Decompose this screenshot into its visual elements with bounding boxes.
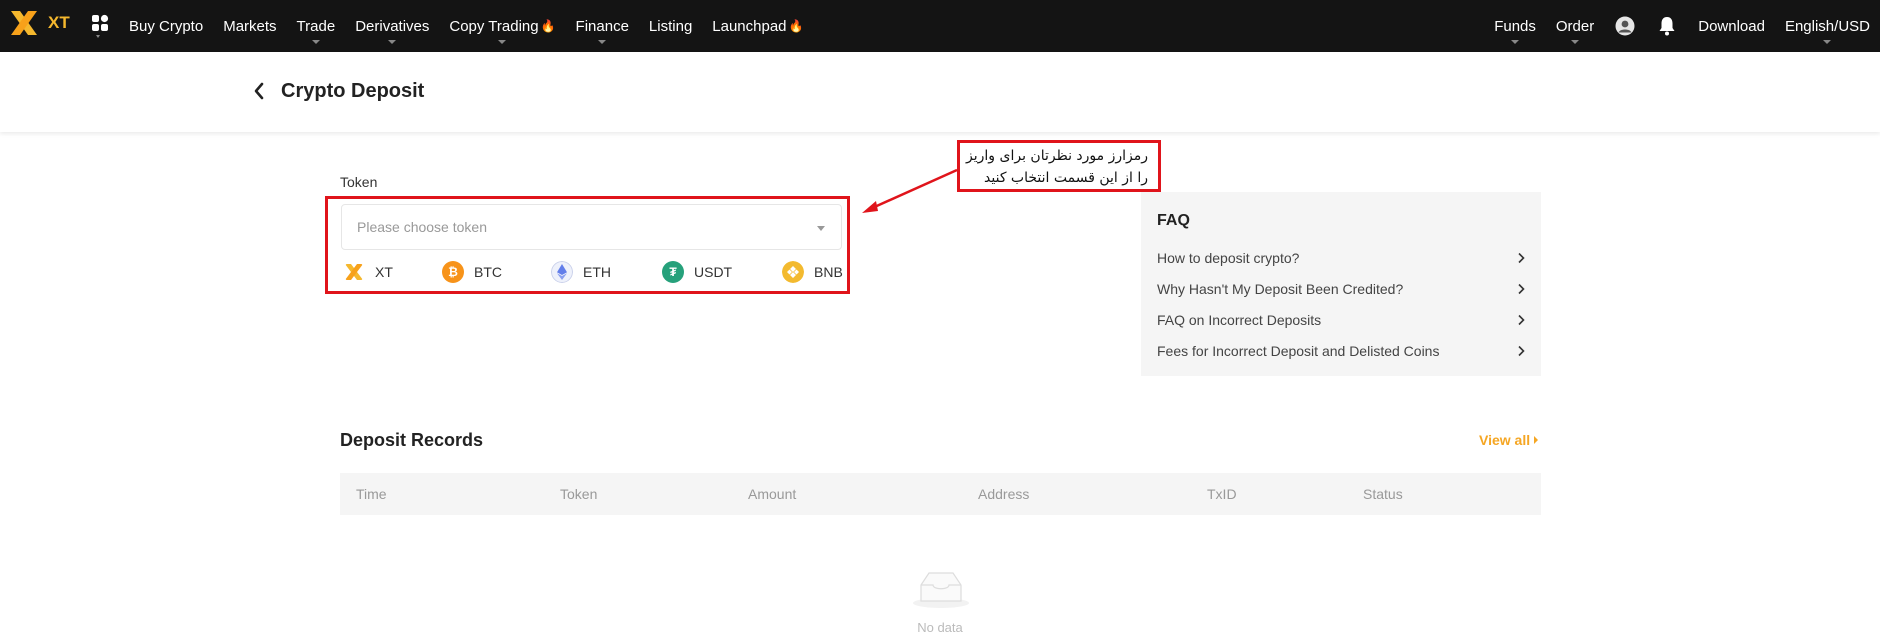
- chevron-right-icon: [1518, 283, 1525, 295]
- notifications-button[interactable]: [1656, 15, 1678, 37]
- user-avatar-button[interactable]: [1614, 15, 1636, 37]
- nav-item-label: Copy Trading: [449, 17, 539, 35]
- view-all-link[interactable]: View all: [1479, 432, 1539, 448]
- empty-box-icon: [913, 572, 969, 608]
- back-arrow-icon[interactable]: [252, 82, 266, 100]
- faq-panel: FAQ How to deposit crypto? Why Hasn't My…: [1141, 192, 1541, 376]
- nav-item-label: Markets: [223, 17, 277, 35]
- quick-token-label: USDT: [694, 264, 733, 280]
- btc-icon: ₿: [442, 261, 464, 283]
- column-header-time: Time: [356, 486, 387, 502]
- chevron-down-icon: [598, 40, 607, 44]
- annotation-note: رمزارز مورد نظرتان برای واریز را از این …: [957, 140, 1161, 192]
- download-label: Download: [1698, 17, 1765, 35]
- nav-item-label: Derivatives: [355, 17, 430, 35]
- chevron-down-icon: [817, 226, 825, 231]
- token-select[interactable]: Please choose token: [341, 204, 842, 250]
- faq-item-label: How to deposit crypto?: [1157, 250, 1300, 266]
- top-navbar: XT Buy Crypto Markets Trade Derivatives Copy…: [0, 0, 1880, 52]
- faq-item[interactable]: How to deposit crypto?: [1157, 248, 1525, 268]
- fire-icon: 🔥: [540, 19, 556, 33]
- faq-item[interactable]: FAQ on Incorrect Deposits: [1157, 310, 1525, 330]
- page-title: Crypto Deposit: [281, 80, 425, 102]
- quick-token-label: XT: [375, 264, 393, 280]
- fire-icon: 🔥: [788, 19, 804, 33]
- chevron-down-icon: [498, 40, 507, 44]
- nav-item-label: Launchpad: [712, 17, 787, 35]
- xt-icon: [345, 264, 363, 280]
- funds-menu[interactable]: Funds: [1494, 0, 1536, 52]
- quick-token-xt[interactable]: XT: [343, 261, 393, 283]
- brand-name: XT: [48, 13, 70, 32]
- faq-item[interactable]: Why Hasn't My Deposit Been Credited?: [1157, 279, 1525, 299]
- eth-icon: [551, 261, 573, 283]
- nav-item-copy-trading[interactable]: Copy Trading 🔥: [449, 0, 556, 52]
- nav-right: Funds Order Download English/USD: [1474, 0, 1870, 52]
- download-link[interactable]: Download: [1698, 0, 1765, 52]
- user-icon: [1615, 16, 1635, 36]
- column-header-address: Address: [978, 486, 1030, 502]
- chevron-down-icon: [388, 40, 397, 44]
- order-menu[interactable]: Order: [1556, 0, 1594, 52]
- nav-item-label: Buy Crypto: [129, 17, 204, 35]
- apps-grid-icon: [92, 14, 109, 38]
- chevron-right-icon: [1518, 314, 1525, 326]
- faq-item[interactable]: Fees for Incorrect Deposit and Delisted …: [1157, 341, 1525, 361]
- view-all-label: View all: [1479, 432, 1531, 448]
- faq-item-label: Why Hasn't My Deposit Been Credited?: [1157, 281, 1404, 297]
- deposit-records-title: Deposit Records: [340, 430, 484, 450]
- token-label: Token: [340, 174, 378, 190]
- usdt-icon: ₮: [662, 261, 684, 283]
- records-table-header: Time Token Amount Address TxID Status: [340, 473, 1541, 515]
- column-header-amount: Amount: [748, 486, 797, 502]
- quick-token-label: ETH: [583, 264, 611, 280]
- quick-token-label: BTC: [474, 264, 502, 280]
- chevron-down-icon: [1823, 40, 1832, 44]
- caret-right-icon: [1534, 436, 1539, 444]
- quick-token-bnb[interactable]: BNB: [782, 261, 843, 283]
- annotation-line-2: را از این قسمت انتخاب کنید: [984, 170, 1148, 186]
- locale-label: English/USD: [1784, 17, 1870, 35]
- order-label: Order: [1555, 17, 1595, 35]
- nav-item-derivatives[interactable]: Derivatives: [355, 0, 429, 52]
- column-header-status: Status: [1363, 486, 1403, 502]
- nav-item-label: Listing: [648, 17, 693, 35]
- chevron-down-icon: [1511, 40, 1520, 44]
- chevron-right-icon: [1518, 252, 1525, 264]
- page-header: Crypto Deposit: [0, 52, 1880, 132]
- bell-icon: [1659, 17, 1675, 36]
- faq-title: FAQ: [1157, 212, 1190, 229]
- funds-label: Funds: [1494, 17, 1536, 35]
- nav-item-buy-crypto[interactable]: Buy Crypto: [129, 0, 203, 52]
- xt-logo-icon: [11, 11, 37, 35]
- nav-item-listing[interactable]: Listing: [649, 0, 692, 52]
- faq-item-label: FAQ on Incorrect Deposits: [1157, 312, 1322, 328]
- nav-item-finance[interactable]: Finance: [576, 0, 629, 52]
- annotation-line-1: رمزارز مورد نظرتان برای واریز: [966, 148, 1148, 164]
- quick-token-btc[interactable]: ₿ BTC: [442, 261, 502, 283]
- nav-item-trade[interactable]: Trade: [296, 0, 336, 52]
- quick-token-usdt[interactable]: ₮ USDT: [662, 261, 732, 283]
- xt-logo[interactable]: XT: [8, 6, 70, 40]
- annotation-arrow-icon: [862, 168, 958, 213]
- chevron-down-icon: [311, 40, 320, 44]
- quick-token-eth[interactable]: ETH: [551, 261, 611, 283]
- nav-item-markets[interactable]: Markets: [223, 0, 276, 52]
- column-header-txid: TxID: [1207, 486, 1237, 502]
- column-header-token: Token: [560, 486, 598, 502]
- apps-menu[interactable]: [90, 13, 110, 39]
- empty-state-text: No data: [917, 620, 963, 635]
- quick-token-label: BNB: [814, 264, 843, 280]
- locale-selector[interactable]: English/USD: [1785, 0, 1870, 52]
- nav-item-launchpad[interactable]: Launchpad 🔥: [712, 0, 803, 52]
- bnb-icon: [782, 261, 804, 283]
- chevron-right-icon: [1518, 345, 1525, 357]
- nav-item-label: Trade: [296, 17, 336, 35]
- token-select-placeholder: Please choose token: [357, 219, 487, 235]
- faq-item-label: Fees for Incorrect Deposit and Delisted …: [1157, 343, 1440, 359]
- main-nav: Buy Crypto Markets Trade Derivatives Copy Tr…: [129, 0, 823, 52]
- chevron-down-icon: [1571, 40, 1580, 44]
- nav-item-label: Finance: [575, 17, 629, 35]
